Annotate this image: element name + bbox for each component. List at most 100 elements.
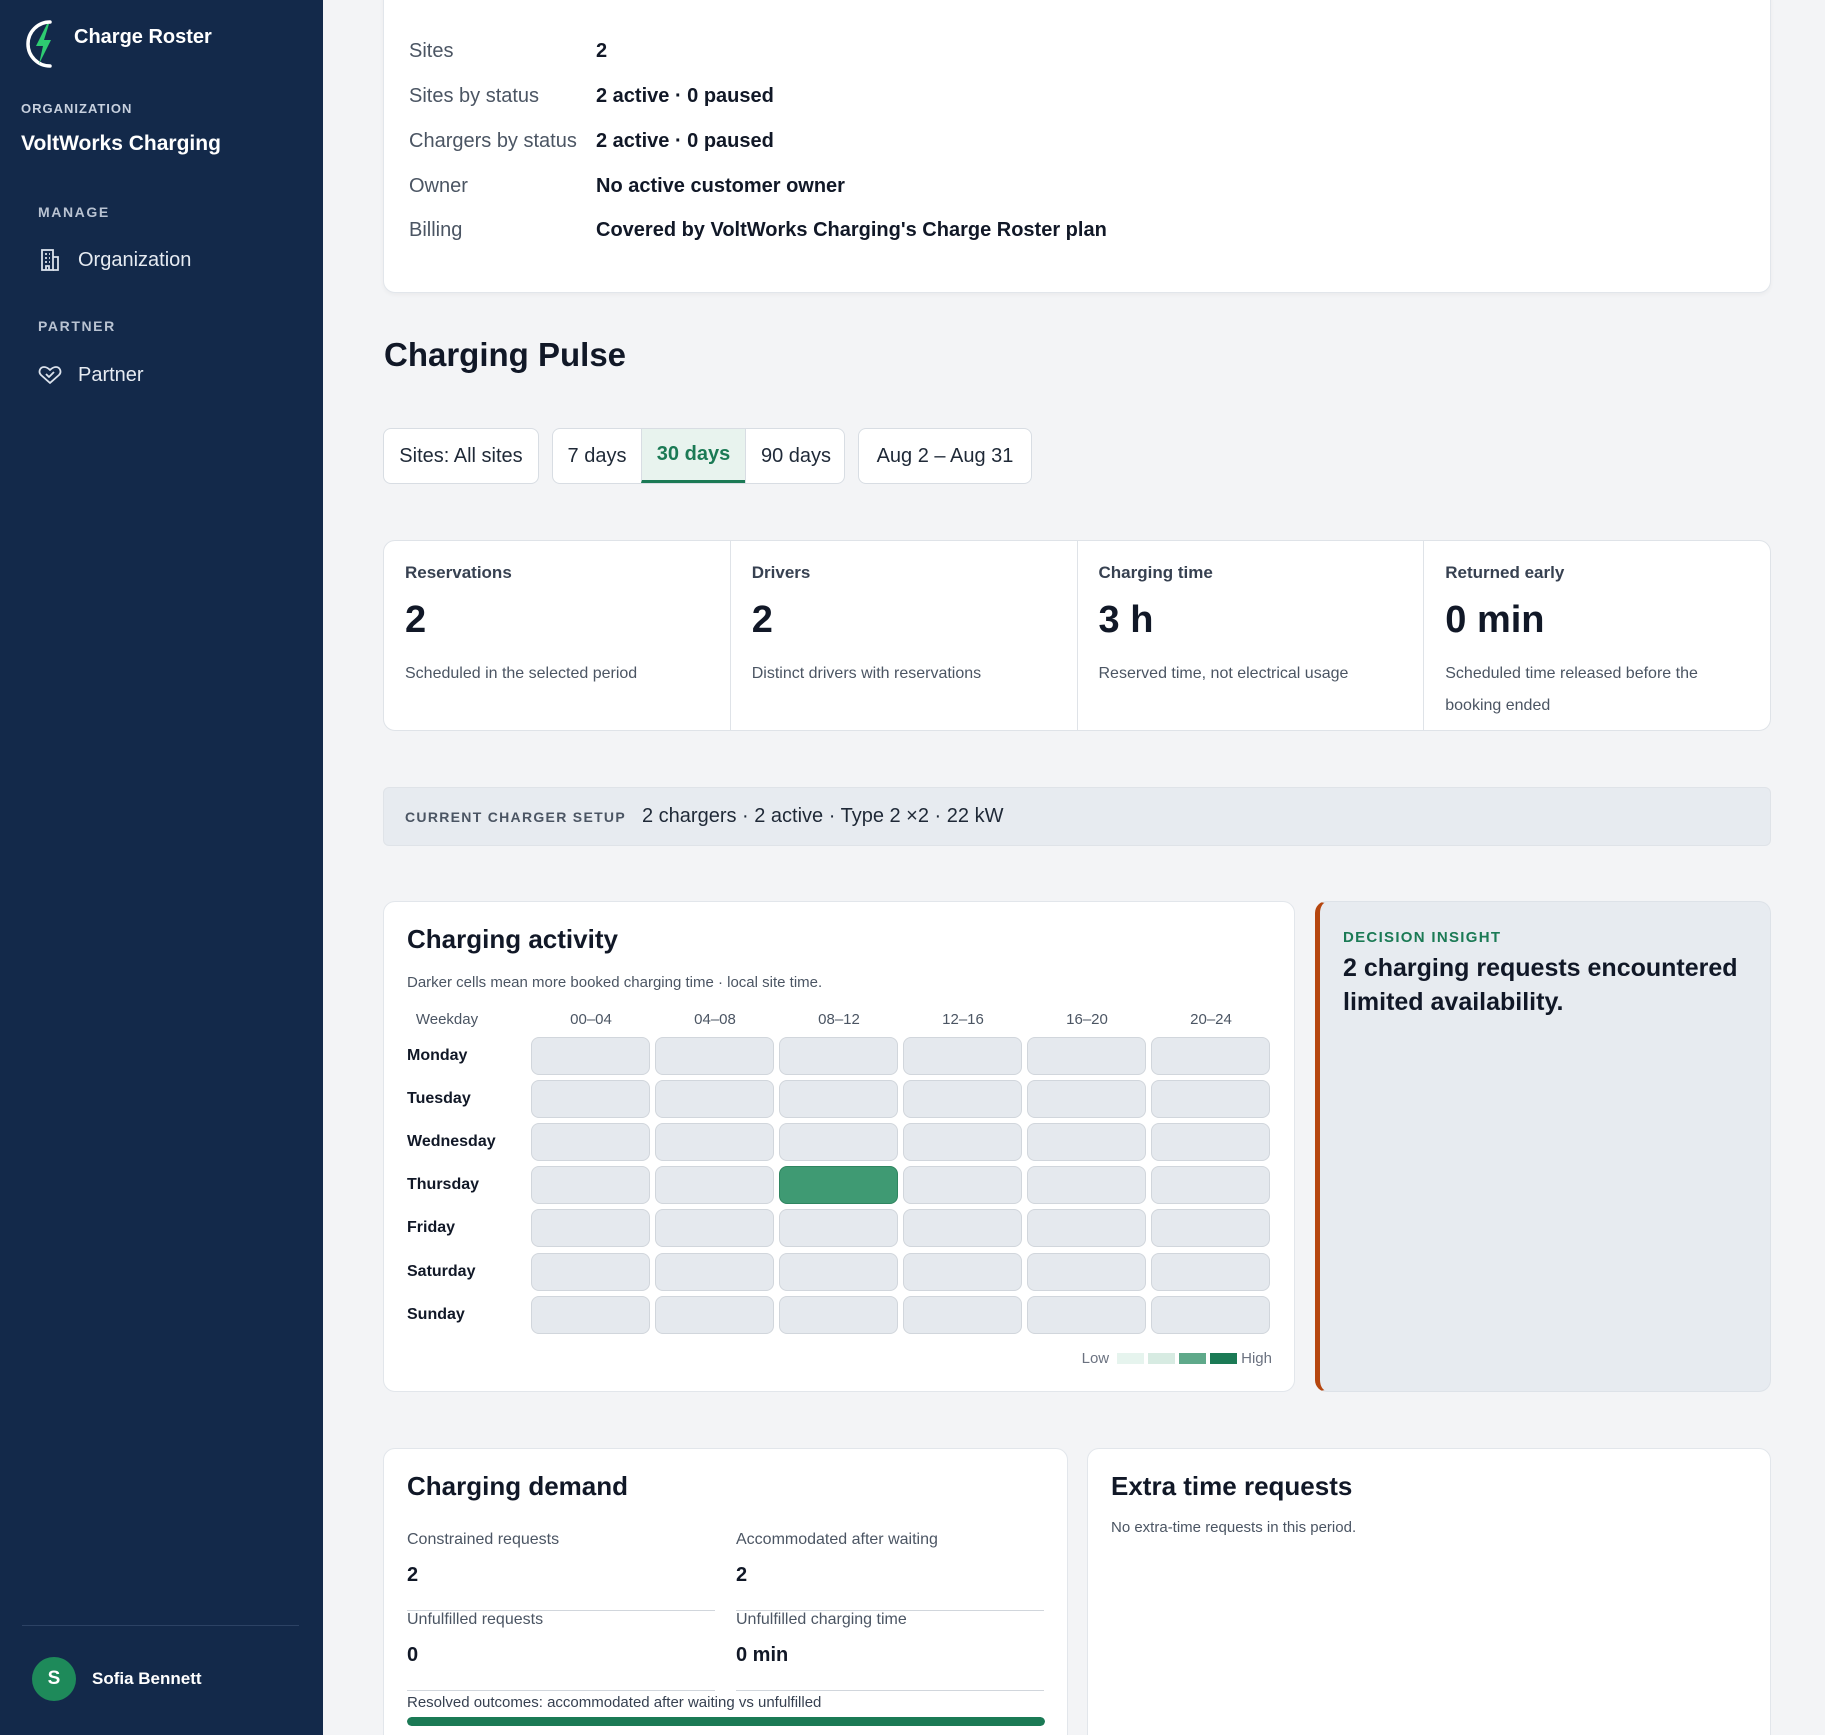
- heatmap-cell[interactable]: [779, 1080, 898, 1118]
- heatmap-cell[interactable]: [903, 1296, 1022, 1334]
- metric-label: Reservations: [405, 563, 512, 582]
- heatmap-cell[interactable]: [655, 1080, 774, 1118]
- heatmap-cell[interactable]: [1027, 1209, 1146, 1247]
- metric-reservations: Reservations 2 Scheduled in the selected…: [384, 541, 730, 730]
- heatmap-cell[interactable]: [1151, 1253, 1270, 1291]
- heatmap-day-label: Tuesday: [407, 1090, 471, 1107]
- heatmap-cell[interactable]: [779, 1166, 898, 1204]
- outcome-bar: [407, 1717, 1045, 1726]
- heatmap-cell[interactable]: [655, 1166, 774, 1204]
- heatmap-cell[interactable]: [903, 1253, 1022, 1291]
- heatmap-cell[interactable]: [531, 1166, 650, 1204]
- heatmap-slot-header: 04–08: [694, 1011, 736, 1028]
- card-title: Charging demand: [407, 1471, 629, 1501]
- heatmap-cell[interactable]: [779, 1296, 898, 1334]
- heatmap-cell[interactable]: [1151, 1296, 1270, 1334]
- metric-note: Scheduled time released before the booki…: [1445, 665, 1698, 714]
- avatar: S: [32, 1657, 76, 1701]
- metric-label: Charging time: [1098, 563, 1213, 582]
- brand[interactable]: Charge Roster: [20, 16, 212, 72]
- heatmap-cell[interactable]: [531, 1296, 650, 1334]
- demand-label: Unfulfilled requests: [407, 1611, 544, 1628]
- demand-accommodated: Accommodated after waiting 2: [736, 1531, 1044, 1611]
- summary-label: Sites by status: [409, 85, 540, 107]
- heatmap-cell[interactable]: [903, 1080, 1022, 1118]
- heatmap-cell[interactable]: [1151, 1037, 1270, 1075]
- card-subtitle: Darker cells mean more booked charging t…: [407, 974, 823, 991]
- section-caption-partner: PARTNER: [38, 318, 116, 334]
- heatmap-cell[interactable]: [903, 1123, 1022, 1161]
- heatmap-cell[interactable]: [779, 1209, 898, 1247]
- heatmap-cell[interactable]: [1027, 1123, 1146, 1161]
- heatmap-cell[interactable]: [531, 1209, 650, 1247]
- handshake-icon: [36, 361, 64, 389]
- user-menu[interactable]: S Sofia Bennett: [32, 1657, 202, 1701]
- summary-card: Sites 2 Sites by status 2 active · 0 pau…: [383, 0, 1771, 293]
- demand-value: 2: [407, 1564, 419, 1586]
- metric-note: Distinct drivers with reservations: [751, 665, 982, 682]
- heatmap-day-label: Saturday: [407, 1263, 476, 1280]
- range-option-7-days[interactable]: 7 days: [553, 429, 641, 483]
- heatmap-slot-header: 12–16: [942, 1011, 984, 1028]
- extra-time-empty-text: No extra-time requests in this period.: [1111, 1519, 1357, 1536]
- heatmap-cell[interactable]: [903, 1037, 1022, 1075]
- sidebar-item-organization[interactable]: Organization: [36, 246, 191, 274]
- metric-label: Returned early: [1445, 563, 1565, 582]
- heatmap-cell[interactable]: [1151, 1080, 1270, 1118]
- decision-insight-card: DECISION INSIGHT 2 charging requests enc…: [1315, 901, 1771, 1392]
- heatmap-cell[interactable]: [531, 1037, 650, 1075]
- demand-constrained: Constrained requests 2: [407, 1531, 715, 1611]
- heatmap-cell[interactable]: [531, 1080, 650, 1118]
- heatmap-cell[interactable]: [1151, 1209, 1270, 1247]
- heatmap-cell[interactable]: [1027, 1080, 1146, 1118]
- heatmap-slot-header: 20–24: [1190, 1011, 1232, 1028]
- heatmap-cell[interactable]: [903, 1166, 1022, 1204]
- sites-filter-button[interactable]: Sites: All sites: [383, 428, 539, 484]
- heatmap-cell[interactable]: [655, 1209, 774, 1247]
- metric-charging-time: Charging time 3 h Reserved time, not ele…: [1076, 541, 1424, 730]
- legend-swatch: [1179, 1353, 1207, 1364]
- card-title: Charging activity: [407, 924, 618, 954]
- heatmap-legend: Low High: [1082, 1350, 1272, 1367]
- summary-row-sites-status: Sites by status 2 active · 0 paused: [409, 85, 774, 108]
- summary-row-sites: Sites 2: [409, 40, 607, 63]
- sidebar: Charge Roster ORGANIZATION VoltWorks Cha…: [0, 0, 323, 1735]
- building-icon: [36, 246, 64, 274]
- heatmap-cell[interactable]: [1151, 1166, 1270, 1204]
- heatmap-cell[interactable]: [1027, 1253, 1146, 1291]
- sidebar-item-partner[interactable]: Partner: [36, 361, 144, 389]
- demand-label: Constrained requests: [407, 1531, 560, 1548]
- heatmap-cell[interactable]: [903, 1209, 1022, 1247]
- heatmap-cell[interactable]: [655, 1296, 774, 1334]
- heatmap-cell[interactable]: [1151, 1123, 1270, 1161]
- metric-label: Drivers: [751, 563, 811, 582]
- heatmap-cell[interactable]: [531, 1123, 650, 1161]
- heatmap-cell[interactable]: [779, 1253, 898, 1291]
- heatmap-day-label: Sunday: [407, 1306, 465, 1323]
- heatmap-cell[interactable]: [655, 1037, 774, 1075]
- range-option-90-days[interactable]: 90 days: [745, 429, 844, 483]
- page-title: Charging Pulse: [384, 336, 627, 373]
- heatmap-cell[interactable]: [1027, 1166, 1146, 1204]
- outcome-bar-caption: Resolved outcomes: accommodated after wa…: [407, 1694, 822, 1711]
- heatmap-cell[interactable]: [779, 1123, 898, 1161]
- heatmap-cell[interactable]: [1027, 1296, 1146, 1334]
- metric-returned-early: Returned early 0 min Scheduled time rele…: [1423, 541, 1770, 730]
- heatmap-cell[interactable]: [655, 1123, 774, 1161]
- heatmap-cell[interactable]: [531, 1253, 650, 1291]
- heatmap-cell[interactable]: [655, 1253, 774, 1291]
- heatmap-cell[interactable]: [1027, 1037, 1146, 1075]
- metric-note: Scheduled in the selected period: [405, 665, 638, 682]
- date-range-button[interactable]: Aug 2 – Aug 31: [858, 428, 1032, 484]
- summary-label: Owner: [409, 175, 468, 197]
- legend-swatch: [1117, 1353, 1145, 1364]
- lightning-bolt-icon: [26, 20, 52, 68]
- heatmap-cell[interactable]: [779, 1037, 898, 1075]
- org-name: VoltWorks Charging: [21, 132, 221, 155]
- legend-swatch: [1210, 1353, 1238, 1364]
- heatmap-slot-header: 00–04: [570, 1011, 612, 1028]
- outcome-bar-fill: [407, 1717, 1045, 1726]
- org-caption: ORGANIZATION: [21, 101, 133, 116]
- legend-high-label: High: [1241, 1350, 1272, 1367]
- range-option-30-days[interactable]: 30 days: [641, 429, 745, 483]
